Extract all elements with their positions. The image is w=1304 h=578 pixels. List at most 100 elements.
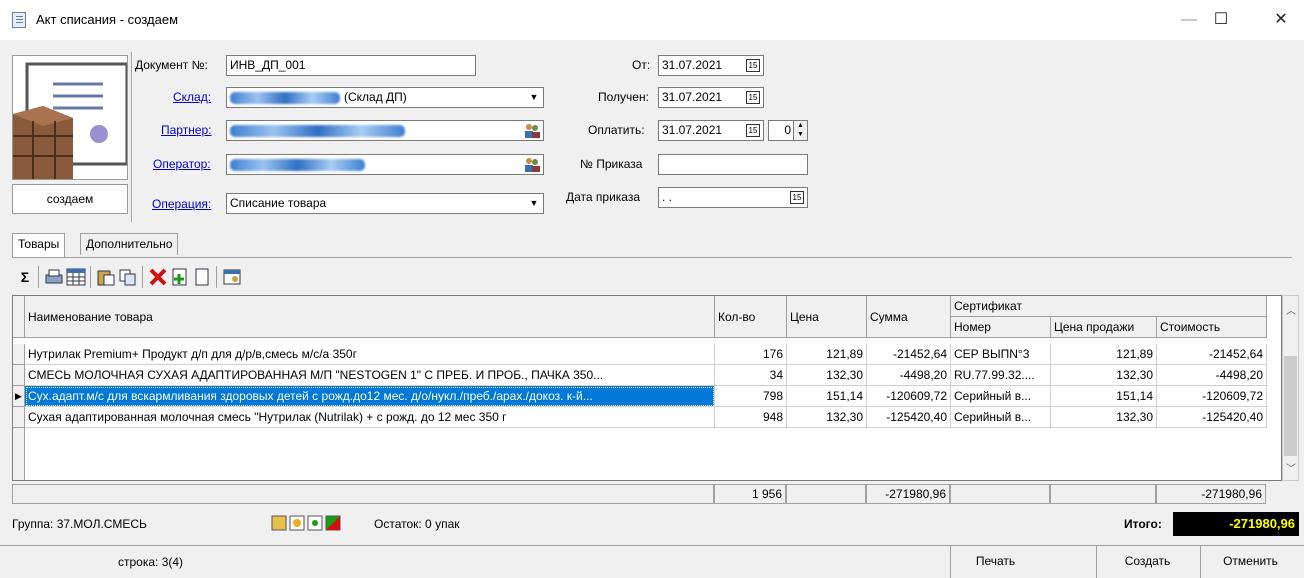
col-header-sale-price[interactable]: Цена продажи [1051, 317, 1157, 338]
row-indicator [13, 407, 25, 428]
cell-sum: -4498,20 [867, 365, 951, 386]
cell-cert-number: СЕР ВЫПN°3 [951, 344, 1051, 365]
cell-name: Сухая адаптированная молочная смесь "Нут… [25, 407, 715, 428]
total-value: -271980,96 [1173, 512, 1299, 536]
warehouse-link[interactable]: Склад: [173, 90, 211, 104]
col-header-price[interactable]: Цена [787, 296, 867, 338]
calendar-icon[interactable]: 15 [746, 124, 760, 137]
cell-name: СМЕСЬ МОЛОЧНАЯ СУХАЯ АДАПТИРОВАННАЯ М/П … [25, 365, 715, 386]
cell-price: 121,89 [787, 344, 867, 365]
order-date-field[interactable]: . . 15 [658, 187, 808, 208]
document-icon [12, 12, 26, 28]
calendar-icon[interactable]: 15 [790, 191, 804, 204]
users-icon[interactable] [523, 156, 541, 173]
toolbar-separator [38, 266, 39, 288]
totals-sale-price [1050, 484, 1156, 504]
maximize-button[interactable]: ☐ [1198, 0, 1244, 40]
create-button[interactable]: Создать [1096, 545, 1198, 578]
new-document-icon[interactable] [192, 268, 212, 286]
table-row[interactable]: ▶ Сух.адапт.м/с для вскармливания здоров… [13, 386, 1267, 407]
operator-field[interactable] [226, 154, 544, 175]
properties-icon[interactable] [222, 268, 242, 286]
print-button[interactable]: Печать [950, 545, 1040, 578]
redacted-text [230, 92, 340, 104]
cell-cost: -4498,20 [1157, 365, 1267, 386]
calendar-icon[interactable]: 15 [746, 91, 760, 104]
paste-icon[interactable] [96, 268, 116, 286]
vertical-scrollbar[interactable]: ︿ ﹀ [1282, 295, 1299, 481]
doc-no-label: Документ №: [135, 58, 208, 72]
document-picture [12, 55, 128, 180]
order-no-label: № Приказа [580, 157, 643, 171]
current-row-arrow-icon: ▶ [13, 386, 25, 407]
indicator-column [13, 428, 25, 480]
cell-qty: 948 [715, 407, 787, 428]
cell-qty: 798 [715, 386, 787, 407]
cell-cert-number: Серийный в... [951, 407, 1051, 428]
col-header-qty[interactable]: Кол-во [715, 296, 787, 338]
cell-cert-number: RU.77.99.32.... [951, 365, 1051, 386]
total-label: Итого: [1124, 517, 1162, 531]
col-header-cert-number[interactable]: Номер [951, 317, 1051, 338]
close-button[interactable]: ✕ [1258, 0, 1304, 40]
users-icon[interactable] [523, 122, 541, 139]
operation-link[interactable]: Операция: [152, 197, 211, 211]
tab-additional[interactable]: Дополнительно [80, 233, 179, 255]
pay-label: Оплатить: [588, 123, 645, 137]
calendar-icon[interactable]: 15 [746, 59, 760, 72]
toolbar-separator [142, 266, 143, 288]
cancel-button[interactable]: Отменить [1200, 545, 1300, 578]
row-indicator [13, 365, 25, 386]
cell-sale-price: 121,89 [1051, 344, 1157, 365]
toolbar-separator [216, 266, 217, 288]
pay-date-value: 31.07.2021 [662, 123, 723, 137]
cell-cert-number: Серийный в... [951, 386, 1051, 407]
cell-sum: -125420,40 [867, 407, 951, 428]
col-header-certificate[interactable]: Сертификат [951, 296, 1267, 317]
sum-button[interactable]: Σ [14, 266, 36, 288]
chevron-down-icon[interactable]: ▼ [526, 195, 542, 212]
col-header-sum[interactable]: Сумма [867, 296, 951, 338]
totals-price [786, 484, 866, 504]
cell-qty: 176 [715, 344, 787, 365]
received-label: Получен: [598, 90, 649, 104]
pay-days-stepper[interactable]: 0 ▲ ▼ [768, 120, 808, 141]
table-row[interactable]: СМЕСЬ МОЛОЧНАЯ СУХАЯ АДАПТИРОВАННАЯ М/П … [13, 365, 1267, 386]
chevron-down-icon[interactable]: ▼ [526, 89, 542, 106]
totals-sum: -271980,96 [866, 484, 950, 504]
from-label: От: [632, 58, 651, 72]
delete-icon[interactable] [148, 268, 168, 286]
add-icon[interactable] [170, 268, 190, 286]
col-header-name[interactable]: Наименование товара [25, 296, 715, 338]
spin-arrows-icon[interactable]: ▲ ▼ [793, 121, 807, 140]
totals-qty: 1 956 [714, 484, 786, 504]
cell-sale-price: 132,30 [1051, 407, 1157, 428]
operator-link[interactable]: Оператор: [153, 157, 211, 171]
partner-field[interactable] [226, 120, 544, 141]
doc-no-field[interactable]: ИНВ_ДП_001 [226, 55, 476, 76]
tab-goods[interactable]: Товары [12, 233, 66, 257]
received-date-field[interactable]: 31.07.2021 15 [658, 87, 764, 108]
cell-cost: -120609,72 [1157, 386, 1267, 407]
goods-table[interactable]: Наименование товара Кол-во Цена Сумма Се… [12, 295, 1282, 481]
scroll-down-icon[interactable]: ﹀ [1286, 460, 1296, 475]
pay-date-field[interactable]: 31.07.2021 15 [658, 120, 764, 141]
partner-link[interactable]: Партнер: [161, 123, 212, 137]
cell-qty: 34 [715, 365, 787, 386]
cell-name: Нутрилак Premium+ Продукт д/п для д/р/в,… [25, 344, 715, 365]
copy-icon[interactable] [118, 268, 138, 286]
redacted-text [230, 125, 405, 137]
table-row[interactable]: Сухая адаптированная молочная смесь "Нут… [13, 407, 1267, 428]
yellow-dot-icon [289, 515, 305, 531]
table-row[interactable]: Нутрилак Premium+ Продукт д/п для д/р/в,… [13, 344, 1267, 365]
warehouse-combo[interactable]: (Склад ДП) ▼ [226, 87, 544, 108]
scroll-up-icon[interactable]: ︿ [1286, 302, 1296, 317]
print-icon[interactable] [44, 268, 64, 286]
operation-combo[interactable]: Списание товара ▼ [226, 193, 544, 214]
from-date-field[interactable]: 31.07.2021 15 [658, 55, 764, 76]
received-date-value: 31.07.2021 [662, 90, 723, 104]
scrollbar-thumb[interactable] [1284, 356, 1297, 456]
table-icon[interactable] [66, 268, 86, 286]
col-header-cost[interactable]: Стоимость [1157, 317, 1267, 338]
order-no-field[interactable] [658, 154, 808, 175]
